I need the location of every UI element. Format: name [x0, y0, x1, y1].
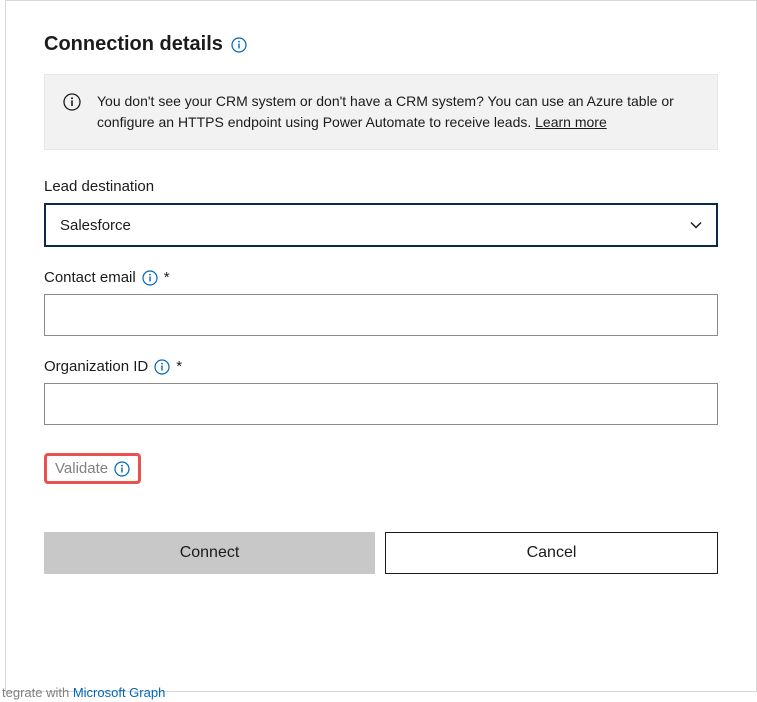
- heading-row: Connection details: [44, 33, 718, 56]
- lead-destination-select[interactable]: Salesforce: [44, 203, 718, 247]
- lead-destination-value: Salesforce: [60, 217, 131, 234]
- banner-text: You don't see your CRM system or don't h…: [97, 91, 699, 133]
- required-indicator: *: [176, 358, 182, 375]
- field-label-row: Lead destination: [44, 178, 718, 195]
- field-label-row: Organization ID *: [44, 358, 718, 375]
- info-icon[interactable]: [154, 359, 170, 375]
- field-label-row: Contact email *: [44, 269, 718, 286]
- lead-destination-label: Lead destination: [44, 178, 154, 195]
- cancel-button[interactable]: Cancel: [385, 532, 718, 574]
- lead-destination-select-wrapper: Salesforce: [44, 203, 718, 247]
- info-icon: [114, 461, 130, 477]
- info-banner: You don't see your CRM system or don't h…: [44, 74, 718, 150]
- connect-button[interactable]: Connect: [44, 532, 375, 574]
- contact-email-field: Contact email *: [44, 269, 718, 336]
- validate-link[interactable]: Validate: [44, 453, 141, 484]
- page-title: Connection details: [44, 33, 223, 56]
- info-icon: [63, 93, 81, 111]
- required-indicator: *: [164, 269, 170, 286]
- organization-id-input[interactable]: [44, 383, 718, 425]
- contact-email-label: Contact email: [44, 269, 136, 286]
- info-icon[interactable]: [142, 270, 158, 286]
- contact-email-input[interactable]: [44, 294, 718, 336]
- validate-label: Validate: [55, 460, 108, 477]
- learn-more-link[interactable]: Learn more: [535, 114, 607, 130]
- organization-id-label: Organization ID: [44, 358, 148, 375]
- info-icon[interactable]: [231, 37, 247, 53]
- button-row: Connect Cancel: [44, 532, 718, 574]
- lead-destination-field: Lead destination Salesforce: [44, 178, 718, 247]
- organization-id-field: Organization ID *: [44, 358, 718, 425]
- footer-partial-text: tegrate with Microsoft Graph: [2, 685, 165, 700]
- connection-details-panel: Connection details You don't see your CR…: [5, 0, 757, 692]
